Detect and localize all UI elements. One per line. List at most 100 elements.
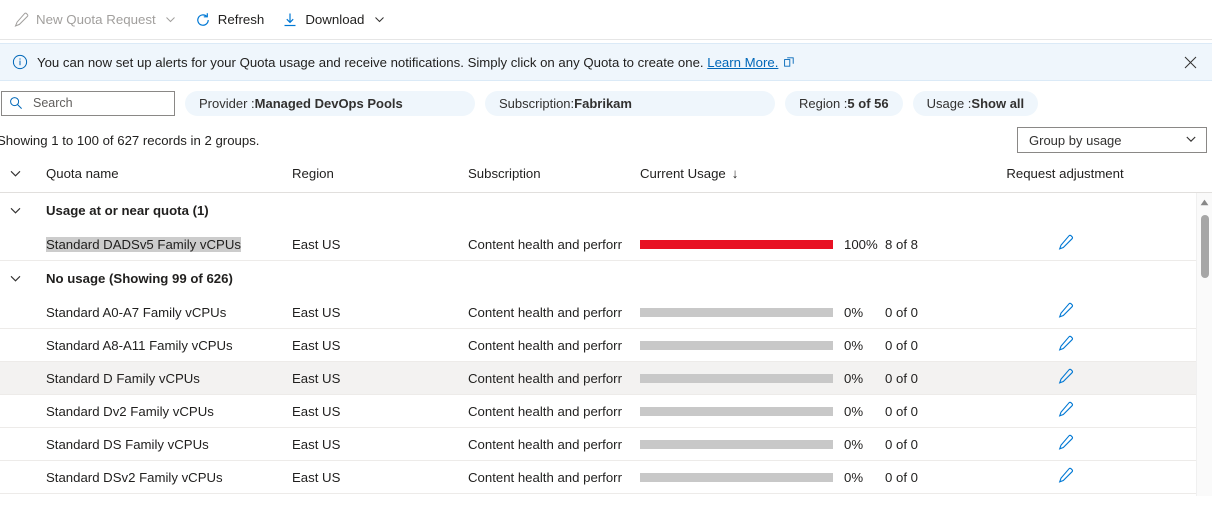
request-adjustment-button[interactable] <box>1057 302 1074 322</box>
quota-name-text: Standard DSv2 Family vCPUs <box>46 469 223 485</box>
cell-subscription: Content health and perforr <box>468 370 622 386</box>
learn-more-link[interactable]: Learn More. <box>707 55 778 70</box>
cell-current-usage: 0% 0 of 0 <box>640 305 942 320</box>
column-header-quota-name[interactable]: Quota name <box>30 166 292 181</box>
cell-quota-name[interactable]: Standard A0-A7 Family vCPUs <box>30 305 292 320</box>
filter-pill-provider[interactable]: Provider : Managed DevOps Pools <box>185 90 475 116</box>
quota-name-text: Standard Dv2 Family vCPUs <box>46 403 214 419</box>
usage-percent-label: 0% <box>844 403 864 419</box>
table-row[interactable]: Standard A8-A11 Family vCPUs East US Conte… <box>0 329 1212 362</box>
new-quota-request-label: New Quota Request <box>36 12 156 27</box>
table-row[interactable]: Standard D Family vCPUs East US Content he… <box>0 362 1212 395</box>
usage-bar-track <box>640 406 833 416</box>
column-header-subscription[interactable]: Subscription <box>468 166 640 181</box>
group-by-dropdown[interactable]: Group by usage <box>1017 127 1207 153</box>
expand-all-chevron[interactable] <box>0 167 30 180</box>
request-adjustment-button[interactable] <box>1057 467 1074 487</box>
cell-current-usage: 0% 0 of 0 <box>640 338 942 353</box>
cell-region: East US <box>292 403 341 419</box>
cell-quota-name[interactable]: Standard D Family vCPUs <box>30 371 292 386</box>
scroll-up-arrow-icon[interactable] <box>1197 193 1212 209</box>
chevron-down-icon[interactable] <box>373 14 385 26</box>
search-input[interactable] <box>23 91 174 115</box>
group-header-row[interactable]: Usage at or near quota (1) <box>0 193 1212 228</box>
refresh-button[interactable]: Refresh <box>186 5 274 35</box>
usage-bar-track <box>640 472 833 482</box>
filter-pill-usage[interactable]: Usage : Show all <box>912 90 1039 116</box>
cell-quota-name[interactable]: Standard DSv2 Family vCPUs <box>30 470 292 485</box>
group-expand-chevron[interactable] <box>0 272 30 285</box>
new-quota-request-button[interactable]: New Quota Request <box>4 5 186 35</box>
usage-ratio-label: 0 of 0 <box>885 403 918 419</box>
column-header-current-usage[interactable]: Current Usage ↓ <box>640 166 942 181</box>
cell-subscription: Content health and perforr <box>468 236 622 252</box>
group-by-label: Group by usage <box>1029 132 1122 148</box>
usage-percent-label: 0% <box>844 469 864 485</box>
quota-name-text: Standard A8-A11 Family vCPUs <box>46 337 233 353</box>
records-summary: Showing 1 to 100 of 627 records in 2 gro… <box>0 132 260 148</box>
quota-grid: Usage at or near quota (1) Standard DADSv… <box>0 193 1212 496</box>
request-adjustment-button[interactable] <box>1057 368 1074 388</box>
cell-quota-name[interactable]: Standard A8-A11 Family vCPUs <box>30 338 292 353</box>
usage-percent-label: 0% <box>844 436 864 452</box>
download-button[interactable]: Download <box>273 5 394 35</box>
pencil-icon <box>1058 302 1073 318</box>
request-adjustment-button[interactable] <box>1057 401 1074 421</box>
banner-message: You can now set up alerts for your Quota… <box>37 55 795 70</box>
cell-subscription: Content health and perforr <box>468 436 622 452</box>
usage-percent-label: 100% <box>844 236 878 252</box>
cell-region: East US <box>292 436 341 452</box>
table-row[interactable]: Standard DS Family vCPUs East US Content h… <box>0 428 1212 461</box>
filter-pill-subscription[interactable]: Subscription: Fabrikam <box>485 90 775 116</box>
chevron-down-icon[interactable] <box>165 14 177 26</box>
cell-current-usage: 100% 8 of 8 <box>640 237 942 252</box>
request-adjustment-button[interactable] <box>1057 234 1074 254</box>
summary-row: Showing 1 to 100 of 627 records in 2 gro… <box>0 125 1212 155</box>
cell-request-adjustment[interactable] <box>942 335 1212 355</box>
group-header-row[interactable]: No usage (Showing 99 of 626) <box>0 261 1212 296</box>
filter-pill-usage-value: Show all <box>971 95 1025 111</box>
pencil-icon <box>1058 368 1073 384</box>
chevron-down-icon <box>10 275 20 282</box>
usage-ratio-label: 8 of 8 <box>885 236 918 252</box>
group-expand-chevron[interactable] <box>0 204 30 217</box>
table-row[interactable]: Standard DSv2 Family vCPUs East US Content… <box>0 461 1212 494</box>
cell-request-adjustment[interactable] <box>942 401 1212 421</box>
cell-request-adjustment[interactable] <box>942 467 1212 487</box>
column-header-current-usage-label: Current Usage <box>640 166 726 181</box>
usage-percent-label: 0% <box>844 337 864 353</box>
cell-quota-name[interactable]: Standard DADSv5 Family vCPUs <box>30 236 292 252</box>
usage-ratio-label: 0 of 0 <box>885 337 918 353</box>
filter-pill-region-value: 5 of 56 <box>847 95 889 111</box>
scroll-thumb[interactable] <box>1201 215 1209 278</box>
request-adjustment-button[interactable] <box>1057 335 1074 355</box>
cell-subscription: Content health and perforr <box>468 337 622 353</box>
table-row[interactable]: Standard DADSv5 Family vCPUs East US Conte… <box>0 228 1212 261</box>
usage-ratio-label: 0 of 0 <box>885 370 918 386</box>
pencil-icon <box>1058 234 1073 250</box>
table-row[interactable]: Standard Dv2 Family vCPUs East US Content … <box>0 395 1212 428</box>
quota-name-text: Standard DADSv5 Family vCPUs <box>46 236 241 252</box>
usage-bar-track <box>640 439 833 449</box>
filter-pill-provider-prefix: Provider : <box>199 95 255 111</box>
vertical-scrollbar[interactable] <box>1196 193 1212 496</box>
usage-ratio-label: 0 of 0 <box>885 436 918 452</box>
filter-pill-region[interactable]: Region : 5 of 56 <box>785 90 903 116</box>
info-banner: You can now set up alerts for your Quota… <box>0 43 1212 81</box>
cell-request-adjustment[interactable] <box>942 434 1212 454</box>
cell-quota-name[interactable]: Standard Dv2 Family vCPUs <box>30 404 292 419</box>
usage-ratio-label: 0 of 0 <box>885 304 918 320</box>
cell-request-adjustment[interactable] <box>942 368 1212 388</box>
cell-request-adjustment[interactable] <box>942 234 1212 254</box>
search-box[interactable] <box>1 90 175 116</box>
cell-region: East US <box>292 469 341 485</box>
cell-request-adjustment[interactable] <box>942 302 1212 322</box>
pencil-icon <box>13 12 29 28</box>
usage-percent-label: 0% <box>844 304 864 320</box>
table-row[interactable]: Standard A0-A7 Family vCPUs East US Conten… <box>0 296 1212 329</box>
usage-percent-label: 0% <box>844 370 864 386</box>
banner-close-button[interactable] <box>1178 50 1202 74</box>
column-header-region[interactable]: Region <box>292 166 468 181</box>
request-adjustment-button[interactable] <box>1057 434 1074 454</box>
cell-quota-name[interactable]: Standard DS Family vCPUs <box>30 437 292 452</box>
